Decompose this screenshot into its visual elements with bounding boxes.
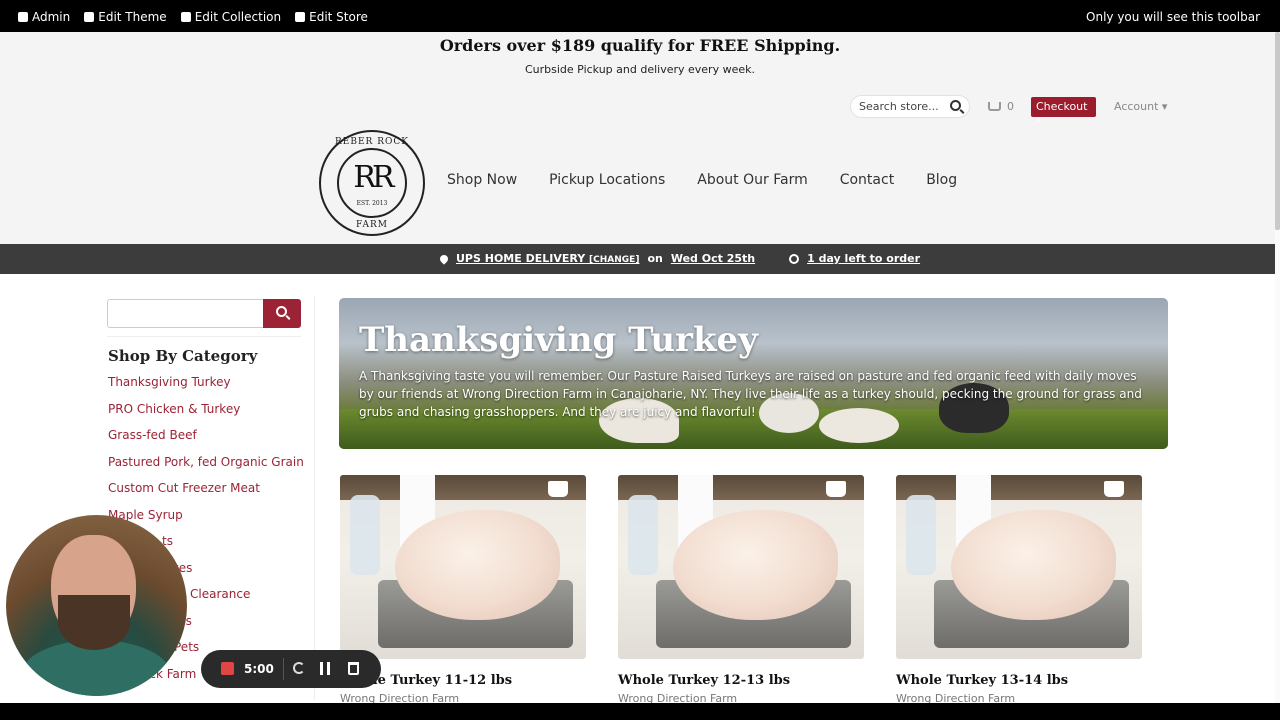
category-link[interactable]: Custom Cut Freezer Meat xyxy=(108,481,304,508)
category-link[interactable]: PRO Chicken & Turkey xyxy=(108,402,304,429)
product-card[interactable]: Whole Turkey 13-14 lbs Wrong Direction F… xyxy=(896,475,1142,705)
stop-recording-button[interactable] xyxy=(221,662,234,675)
page-scrollbar[interactable] xyxy=(1275,32,1280,703)
pause-icon[interactable] xyxy=(320,662,330,675)
search-icon[interactable] xyxy=(950,100,961,111)
webcam-overlay xyxy=(6,515,187,696)
bottom-edge xyxy=(0,703,1280,720)
restart-icon[interactable] xyxy=(293,662,305,674)
shipping-subline: Curbside Pickup and delivery every week. xyxy=(524,63,755,76)
nav-shop-now[interactable]: Shop Now xyxy=(447,172,517,188)
tag-icon xyxy=(180,12,191,22)
sidebar-search-input[interactable] xyxy=(107,299,264,328)
farm-logo[interactable]: REBER ROCK RR EST. 2013 FARM xyxy=(319,130,425,236)
store-icon xyxy=(295,12,306,22)
main-nav: Shop Now Pickup Locations About Our Farm… xyxy=(447,172,957,188)
plus-icon xyxy=(84,12,95,22)
category-hero-banner: Thanksgiving Turkey A Thanksgiving taste… xyxy=(339,298,1168,449)
product-name[interactable]: Whole Turkey 13-14 lbs xyxy=(896,673,1142,688)
checkout-button[interactable]: Checkout › xyxy=(1031,97,1096,126)
category-link[interactable]: Pastured Pork, fed Organic Grain xyxy=(108,455,304,482)
category-link[interactable]: Grass-fed Beef xyxy=(108,428,304,455)
product-image[interactable] xyxy=(618,475,864,659)
product-name[interactable]: Whole Turkey 12-13 lbs xyxy=(618,673,864,688)
shipping-headline: Orders over $189 qualify for FREE Shippi… xyxy=(439,36,841,55)
delivery-on: on xyxy=(647,252,663,265)
product-image[interactable] xyxy=(896,475,1142,659)
shipping-banner: Orders over $189 qualify for FREE Shippi… xyxy=(0,32,1280,76)
sidebar-search-button[interactable] xyxy=(263,299,301,328)
product-card[interactable]: Whole Turkey 12-13 lbs Wrong Direction F… xyxy=(618,475,864,705)
divider xyxy=(314,296,315,700)
recording-controls: 5:00 xyxy=(201,650,381,688)
category-heading: Shop By Category xyxy=(108,347,258,365)
admin-link[interactable]: Admin xyxy=(18,10,70,24)
cart-count: 0 xyxy=(1007,100,1014,113)
delivery-method-link[interactable]: UPS HOME DELIVERY [CHANGE] xyxy=(456,252,639,265)
order-deadline-link[interactable]: 1 day left to order xyxy=(807,252,920,265)
nav-about-our-farm[interactable]: About Our Farm xyxy=(697,172,807,188)
divider xyxy=(107,336,301,337)
hero-description: A Thanksgiving taste you will remember. … xyxy=(359,369,1142,419)
delivery-date-link[interactable]: Wed Oct 25th xyxy=(671,252,755,265)
recording-timer: 5:00 xyxy=(244,662,274,676)
cart-link[interactable]: 0 xyxy=(988,100,1014,113)
edit-store-link[interactable]: Edit Store xyxy=(295,10,368,24)
nav-contact[interactable]: Contact xyxy=(840,172,894,188)
account-dropdown[interactable]: Account ▾ xyxy=(1114,100,1167,113)
toolbar-notice: Only you will see this toolbar xyxy=(1086,10,1260,24)
trash-icon[interactable] xyxy=(348,662,359,675)
user-icon xyxy=(18,12,28,22)
clock-icon xyxy=(789,253,800,264)
map-pin-icon xyxy=(438,252,450,265)
edit-theme-link[interactable]: Edit Theme xyxy=(84,10,167,24)
hero-title: Thanksgiving Turkey xyxy=(359,320,758,360)
basket-icon xyxy=(988,102,1001,111)
product-image[interactable] xyxy=(340,475,586,659)
edit-collection-link[interactable]: Edit Collection xyxy=(180,10,281,24)
nav-pickup-locations[interactable]: Pickup Locations xyxy=(549,172,665,188)
delivery-bar: UPS HOME DELIVERY [CHANGE] on Wed Oct 25… xyxy=(0,244,1275,274)
nav-blog[interactable]: Blog xyxy=(926,172,957,188)
search-icon xyxy=(276,306,287,317)
store-search-input[interactable]: Search store... xyxy=(850,95,970,118)
scrollbar-thumb[interactable] xyxy=(1275,32,1280,230)
category-link[interactable]: Thanksgiving Turkey xyxy=(108,375,304,402)
admin-toolbar: Admin Edit Theme Edit Collection Edit St… xyxy=(0,0,1280,32)
